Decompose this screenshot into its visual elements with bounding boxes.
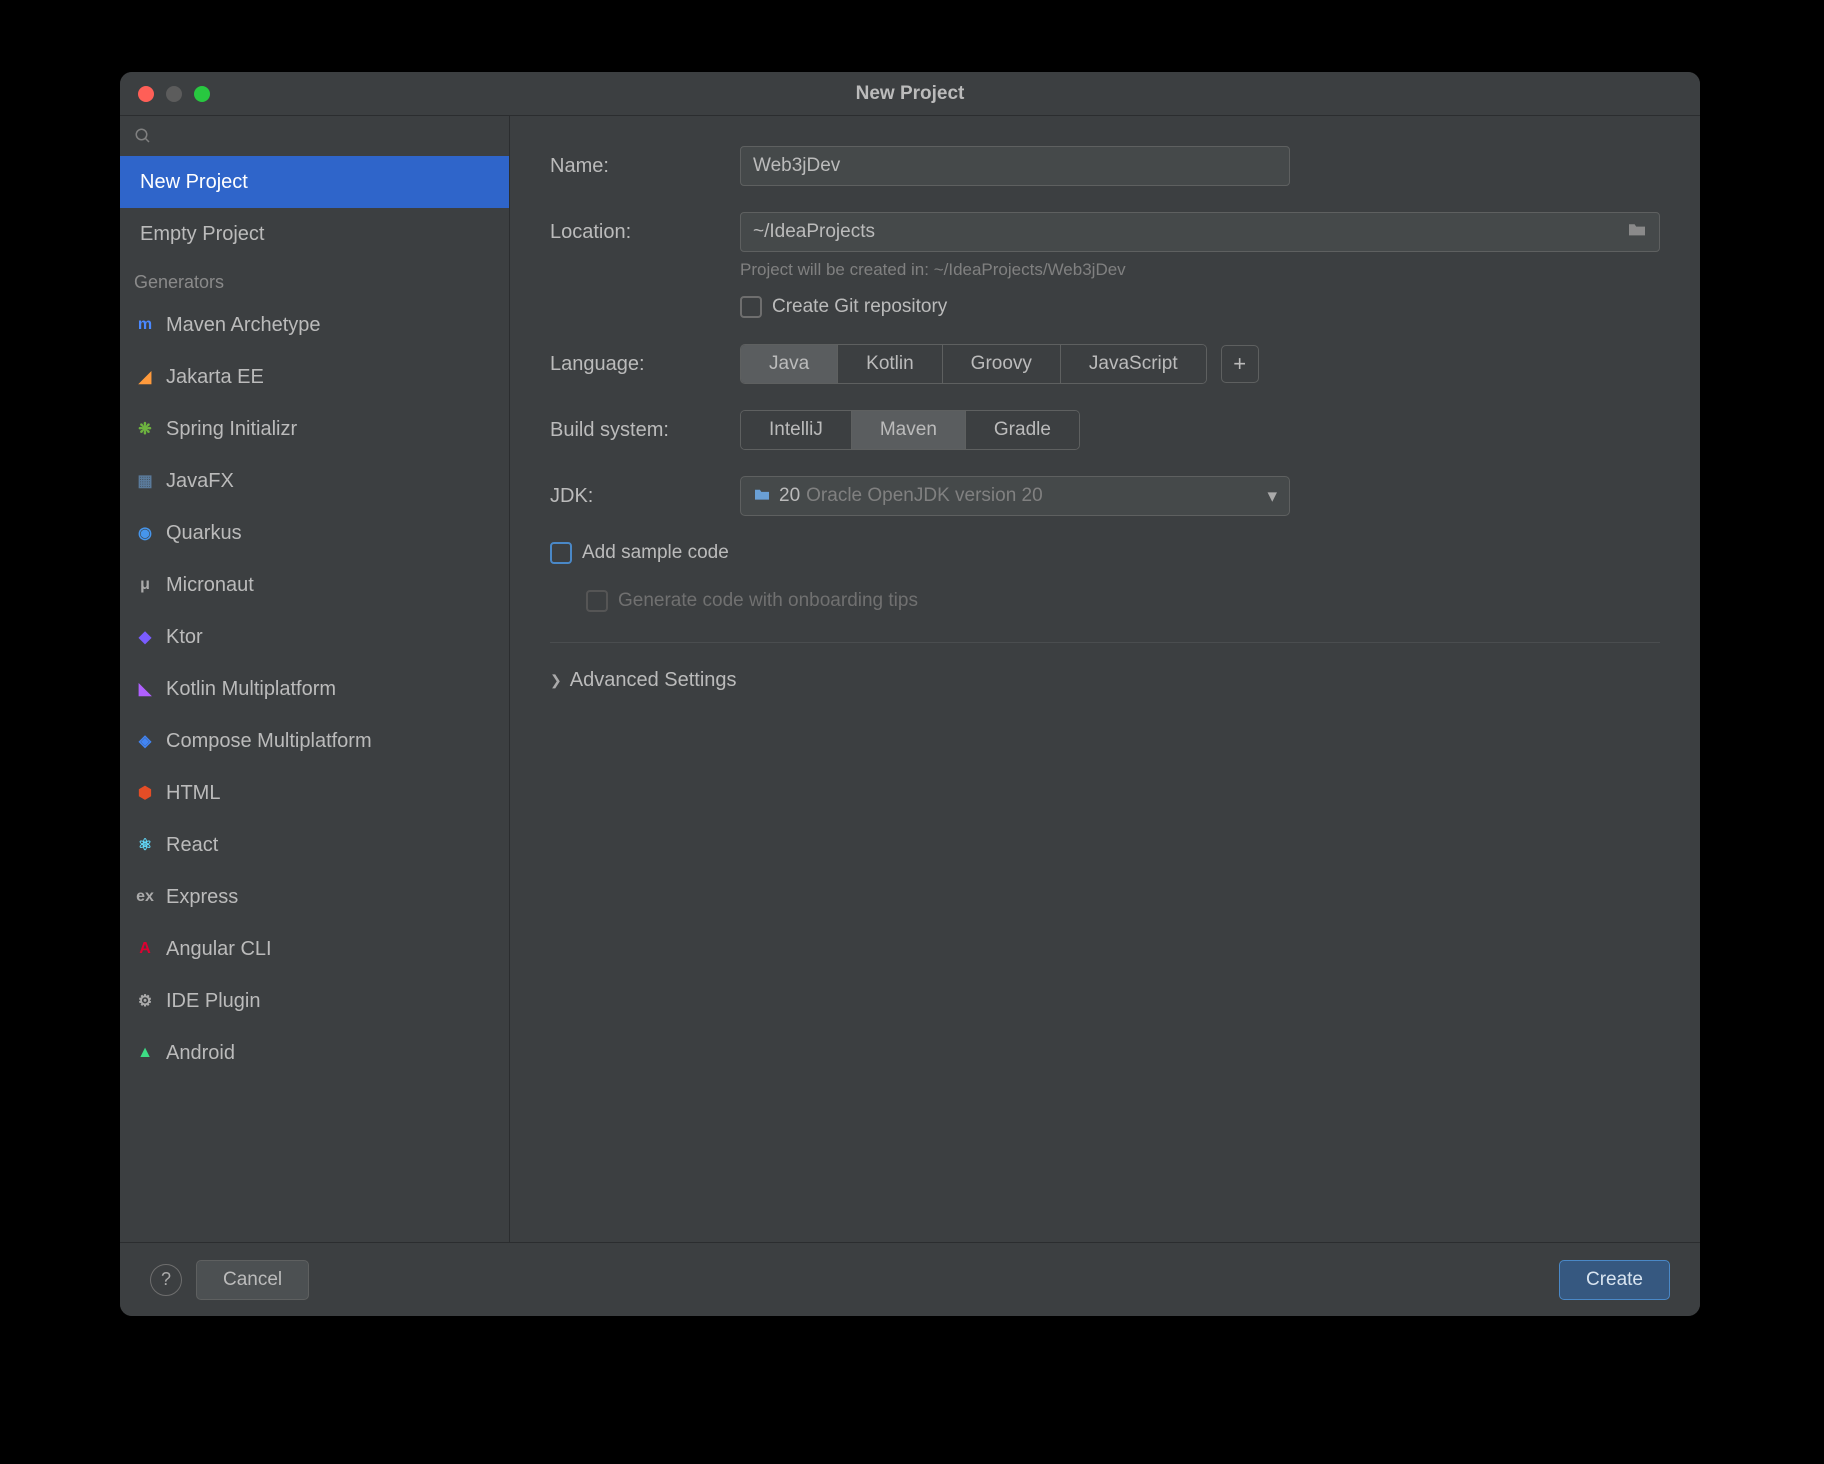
footer: ? Cancel Create	[120, 1242, 1700, 1316]
generator-label: Quarkus	[166, 522, 242, 545]
git-label: Create Git repository	[772, 296, 947, 318]
generator-javafx[interactable]: ▦ JavaFX	[120, 455, 509, 507]
generators-header: Generators	[120, 260, 509, 299]
language-option-groovy[interactable]: Groovy	[943, 345, 1061, 383]
generator-label: HTML	[166, 782, 220, 805]
language-group: JavaKotlinGroovyJavaScript	[740, 344, 1207, 384]
generator-label: IDE Plugin	[166, 990, 261, 1013]
generator-label: Kotlin Multiplatform	[166, 678, 336, 701]
generator-react[interactable]: ⚛ React	[120, 819, 509, 871]
language-option-kotlin[interactable]: Kotlin	[838, 345, 943, 383]
generator-html[interactable]: ⬢ HTML	[120, 767, 509, 819]
sidebar-search[interactable]	[120, 116, 509, 156]
advanced-settings-label: Advanced Settings	[570, 669, 737, 692]
generator-spring-initializr[interactable]: ❋ Spring Initializr	[120, 403, 509, 455]
cancel-button[interactable]: Cancel	[196, 1260, 309, 1300]
generator-label: Micronaut	[166, 574, 254, 597]
quarkus-icon: ◉	[134, 522, 156, 544]
language-option-java[interactable]: Java	[741, 345, 838, 383]
name-input[interactable]	[740, 146, 1290, 186]
generator-label: React	[166, 834, 218, 857]
generator-label: Compose Multiplatform	[166, 730, 372, 753]
generator-label: Maven Archetype	[166, 314, 321, 337]
chevron-down-icon: ▾	[1267, 485, 1277, 508]
close-window-button[interactable]	[138, 86, 154, 102]
location-value: ~/IdeaProjects	[753, 221, 875, 243]
react-icon: ⚛	[134, 834, 156, 856]
ide-plugin-icon: ⚙	[134, 990, 156, 1012]
location-hint: Project will be created in: ~/IdeaProjec…	[740, 260, 1660, 280]
generator-micronaut[interactable]: μ Micronaut	[120, 559, 509, 611]
location-label: Location:	[550, 221, 740, 244]
build-option-maven[interactable]: Maven	[852, 411, 966, 449]
generator-express[interactable]: ex Express	[120, 871, 509, 923]
micronaut-icon: μ	[134, 574, 156, 596]
generator-ide-plugin[interactable]: ⚙ IDE Plugin	[120, 975, 509, 1027]
jdk-dropdown[interactable]: 20 Oracle OpenJDK version 20 ▾	[740, 476, 1290, 516]
ktor-icon: ◆	[134, 626, 156, 648]
generator-label: Android	[166, 1042, 235, 1065]
generator-angular-cli[interactable]: A Angular CLI	[120, 923, 509, 975]
jdk-label: JDK:	[550, 485, 740, 508]
jdk-icon	[753, 485, 771, 507]
generator-label: JavaFX	[166, 470, 234, 493]
build-option-intellij[interactable]: IntelliJ	[741, 411, 852, 449]
sample-code-checkbox[interactable]	[550, 542, 572, 564]
create-button[interactable]: Create	[1559, 1260, 1670, 1300]
html-icon: ⬢	[134, 782, 156, 804]
generator-ktor[interactable]: ◆ Ktor	[120, 611, 509, 663]
kotlin-multiplatform-icon: ◣	[134, 678, 156, 700]
advanced-settings-toggle[interactable]: ❯ Advanced Settings	[550, 642, 1660, 692]
javafx-icon: ▦	[134, 470, 156, 492]
generator-kotlin-multiplatform[interactable]: ◣ Kotlin Multiplatform	[120, 663, 509, 715]
sidebar-item-empty-project[interactable]: Empty Project	[120, 208, 509, 260]
generator-label: Spring Initializr	[166, 418, 297, 441]
build-system-group: IntelliJMavenGradle	[740, 410, 1080, 450]
generator-label: Ktor	[166, 626, 203, 649]
sidebar-item-new-project[interactable]: New Project	[120, 156, 509, 208]
build-label: Build system:	[550, 419, 740, 442]
express-icon: ex	[134, 886, 156, 908]
language-option-javascript[interactable]: JavaScript	[1061, 345, 1206, 383]
jakarta-ee-icon: ◢	[134, 366, 156, 388]
sample-code-label: Add sample code	[582, 542, 729, 564]
compose-multiplatform-icon: ◈	[134, 730, 156, 752]
search-icon	[134, 127, 152, 145]
jdk-detail: Oracle OpenJDK version 20	[806, 485, 1043, 507]
minimize-window-button[interactable]	[166, 86, 182, 102]
spring-initializr-icon: ❋	[134, 418, 156, 440]
window-controls	[120, 86, 210, 102]
location-input[interactable]: ~/IdeaProjects	[740, 212, 1660, 252]
jdk-value: 20	[779, 485, 800, 507]
language-label: Language:	[550, 353, 740, 376]
onboarding-label: Generate code with onboarding tips	[618, 590, 918, 612]
maven-archetype-icon: m	[134, 314, 156, 336]
new-project-dialog: New Project New ProjectEmpty Project Gen…	[120, 72, 1700, 1316]
generator-maven-archetype[interactable]: m Maven Archetype	[120, 299, 509, 351]
generator-android[interactable]: ▲ Android	[120, 1027, 509, 1079]
android-icon: ▲	[134, 1042, 156, 1064]
window-title: New Project	[856, 83, 965, 105]
sidebar: New ProjectEmpty Project Generators m Mav…	[120, 116, 510, 1242]
name-label: Name:	[550, 155, 740, 178]
angular-cli-icon: A	[134, 938, 156, 960]
help-button[interactable]: ?	[150, 1264, 182, 1296]
git-checkbox[interactable]	[740, 296, 762, 318]
build-option-gradle[interactable]: Gradle	[966, 411, 1079, 449]
chevron-right-icon: ❯	[550, 672, 562, 689]
generator-jakarta-ee[interactable]: ◢ Jakarta EE	[120, 351, 509, 403]
generator-quarkus[interactable]: ◉ Quarkus	[120, 507, 509, 559]
generator-compose-multiplatform[interactable]: ◈ Compose Multiplatform	[120, 715, 509, 767]
onboarding-checkbox	[586, 590, 608, 612]
main-panel: Name: Location: ~/IdeaProjects Project w…	[510, 116, 1700, 1242]
generator-label: Jakarta EE	[166, 366, 264, 389]
titlebar: New Project	[120, 72, 1700, 116]
generator-label: Angular CLI	[166, 938, 272, 961]
generator-label: Express	[166, 886, 238, 909]
maximize-window-button[interactable]	[194, 86, 210, 102]
folder-icon[interactable]	[1627, 221, 1647, 243]
add-language-button[interactable]: +	[1221, 345, 1259, 383]
